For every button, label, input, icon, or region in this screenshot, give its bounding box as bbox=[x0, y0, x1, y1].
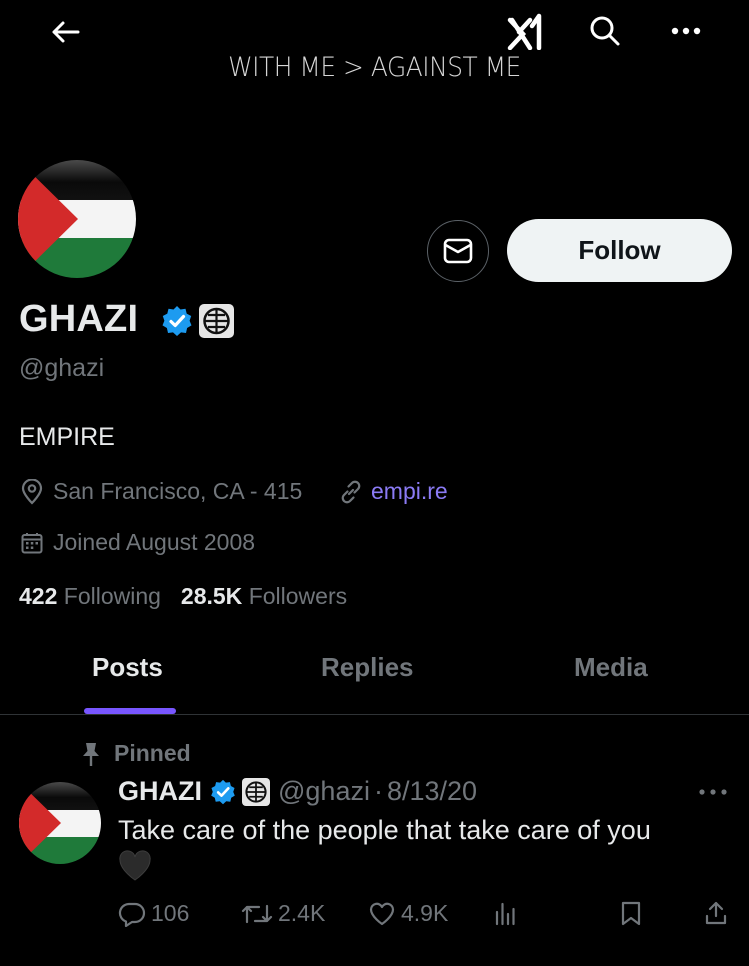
avatar[interactable] bbox=[18, 160, 136, 278]
tweet-date[interactable]: 8/13/20 bbox=[387, 776, 477, 807]
followers-link[interactable]: 28.5K Followers bbox=[181, 583, 347, 610]
tweet-header: GHAZI @ghazi · 8/13/20 bbox=[118, 776, 477, 807]
tweet-text: Take care of the people that take care o… bbox=[118, 815, 651, 845]
share-icon bbox=[705, 901, 727, 925]
calendar-icon bbox=[21, 532, 43, 553]
pinned-indicator: Pinned bbox=[80, 740, 191, 767]
location-text: San Francisco, CA - 415 bbox=[53, 478, 303, 504]
repost-icon bbox=[241, 904, 273, 923]
tweet-more-button[interactable] bbox=[698, 784, 728, 802]
profile-handle: @ghazi bbox=[19, 354, 105, 382]
profile-joined: Joined August 2008 bbox=[20, 529, 255, 556]
verified-badge-icon[interactable] bbox=[161, 305, 193, 337]
x-logo-icon bbox=[506, 12, 546, 51]
share-button[interactable] bbox=[704, 900, 728, 926]
affiliate-badge-icon[interactable] bbox=[199, 304, 234, 338]
like-button[interactable]: 4.9K bbox=[368, 900, 448, 927]
verified-badge-icon bbox=[211, 779, 235, 804]
tab-posts[interactable]: Posts bbox=[92, 652, 163, 683]
repost-button[interactable]: 2.4K bbox=[241, 900, 325, 927]
tweet-avatar[interactable] bbox=[19, 782, 101, 864]
tweet-author-handle[interactable]: @ghazi bbox=[278, 776, 370, 807]
following-link[interactable]: 422 Following bbox=[19, 583, 161, 610]
joined-text: Joined August 2008 bbox=[53, 529, 256, 555]
location-icon bbox=[21, 478, 43, 505]
bookmark-icon bbox=[621, 901, 641, 926]
bookmark-button[interactable] bbox=[620, 900, 642, 926]
tabs-divider bbox=[0, 714, 749, 715]
followers-label: Followers bbox=[248, 583, 348, 609]
reply-count: 106 bbox=[151, 900, 190, 926]
profile-name: GHAZI bbox=[19, 298, 139, 340]
profile-bio: EMPIRE bbox=[19, 423, 115, 451]
message-button[interactable] bbox=[427, 220, 489, 282]
search-button[interactable] bbox=[586, 12, 624, 50]
like-icon bbox=[369, 902, 395, 925]
more-icon bbox=[699, 789, 727, 795]
link-icon bbox=[341, 480, 361, 503]
website-link[interactable]: empi.re bbox=[371, 478, 448, 505]
more-button[interactable] bbox=[666, 16, 706, 46]
repost-count: 2.4K bbox=[278, 900, 326, 926]
reply-button[interactable]: 106 bbox=[118, 900, 189, 927]
following-label: Following bbox=[63, 583, 161, 609]
back-button[interactable] bbox=[44, 12, 86, 52]
following-count: 422 bbox=[19, 583, 58, 609]
more-icon bbox=[671, 27, 701, 35]
profile-website[interactable]: empi.re bbox=[338, 478, 448, 505]
like-count: 4.9K bbox=[401, 900, 449, 926]
mail-icon bbox=[443, 238, 473, 264]
pinned-label: Pinned bbox=[114, 740, 191, 766]
search-icon bbox=[590, 16, 620, 46]
follow-button[interactable]: Follow bbox=[507, 219, 732, 282]
tab-media[interactable]: Media bbox=[574, 652, 648, 683]
black-heart-emoji-icon bbox=[118, 850, 152, 887]
banner-text: WITH ME > AGAINST ME bbox=[228, 52, 521, 83]
followers-count: 28.5K bbox=[180, 583, 243, 609]
profile-location: San Francisco, CA - 415 bbox=[20, 478, 302, 505]
tweet-separator: · bbox=[373, 776, 383, 806]
reply-icon bbox=[118, 902, 146, 927]
views-icon bbox=[495, 902, 515, 926]
tweet-author-name[interactable]: GHAZI bbox=[118, 776, 202, 807]
profile-stats: 422 Following 28.5K Followers bbox=[19, 583, 347, 610]
views-button[interactable] bbox=[493, 900, 517, 926]
pin-icon bbox=[83, 742, 99, 766]
back-arrow-icon bbox=[52, 21, 80, 43]
affiliate-badge-icon bbox=[242, 777, 270, 806]
tab-replies[interactable]: Replies bbox=[321, 652, 414, 683]
